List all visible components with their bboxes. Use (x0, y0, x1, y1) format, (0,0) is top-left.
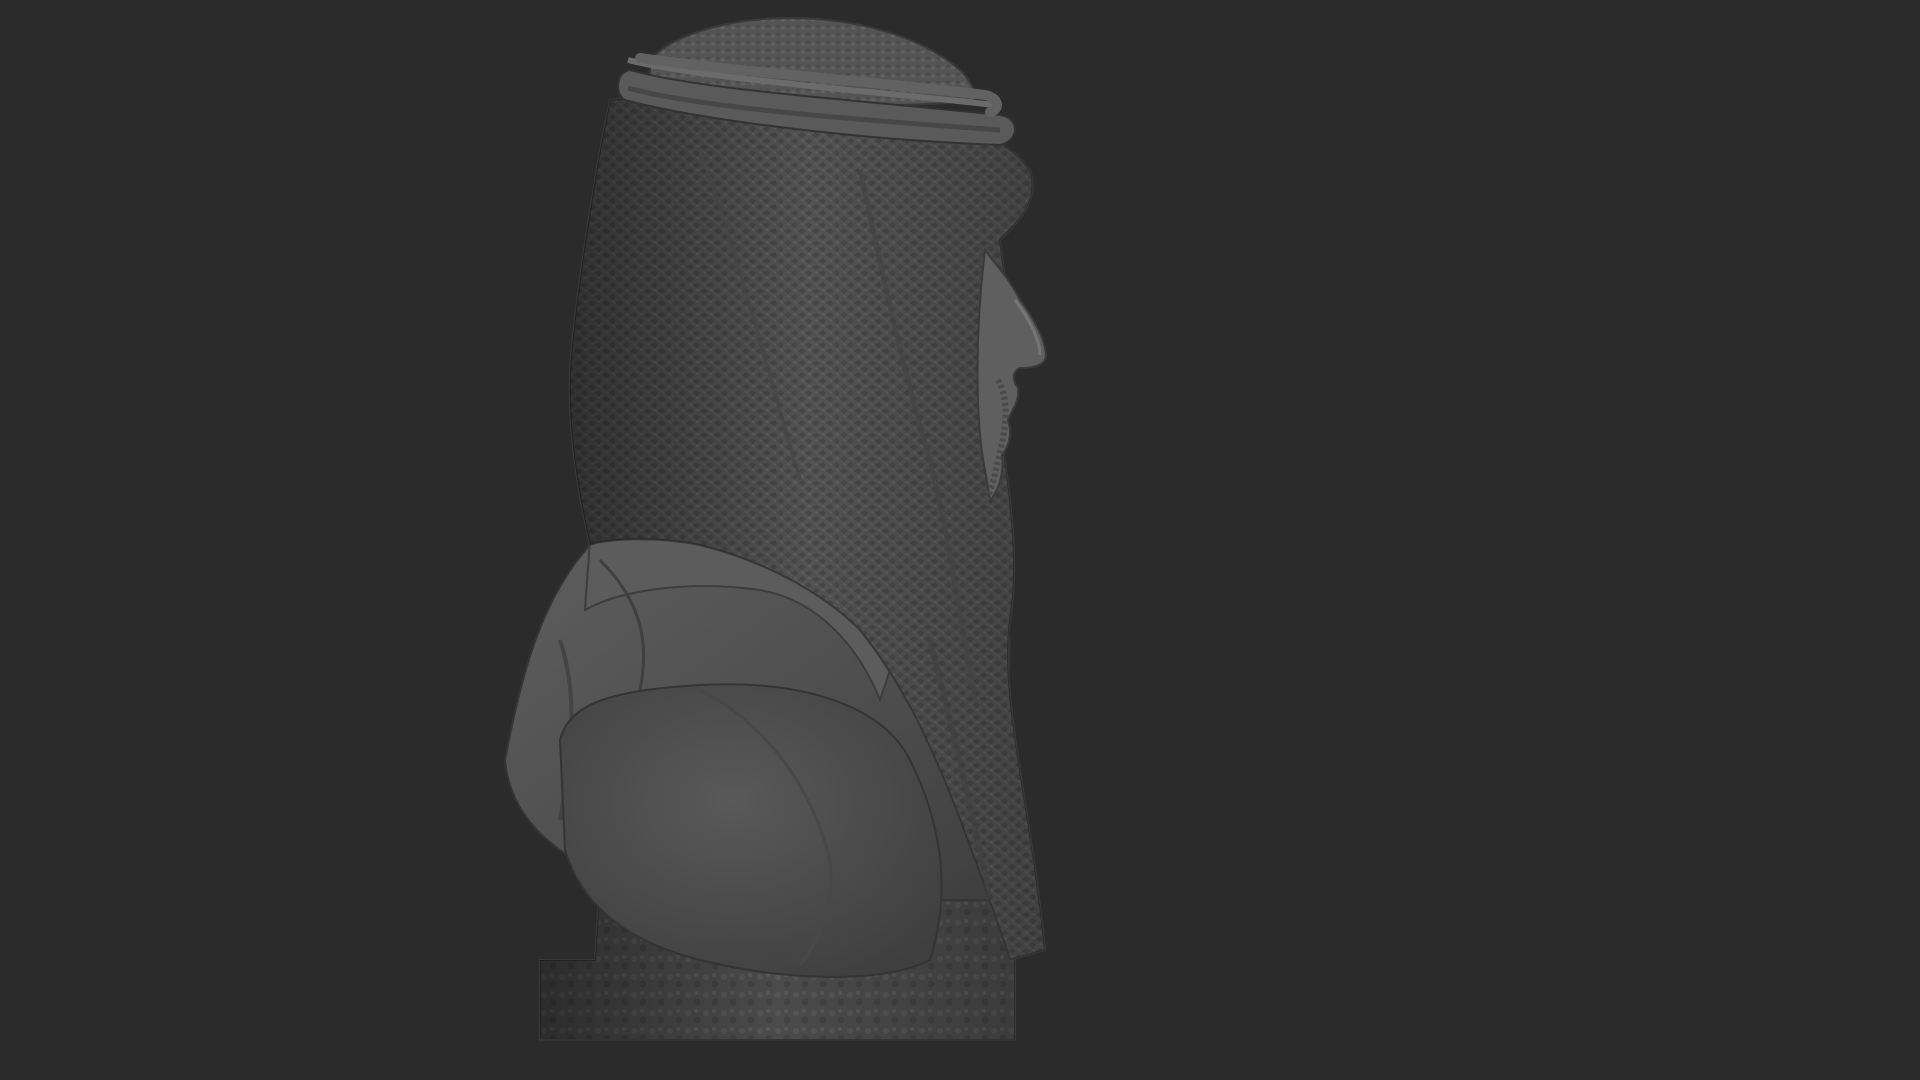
sculpt-model-bust[interactable] (0, 0, 1920, 1080)
3d-viewport[interactable] (0, 0, 1920, 1080)
face-profile (976, 247, 1048, 503)
